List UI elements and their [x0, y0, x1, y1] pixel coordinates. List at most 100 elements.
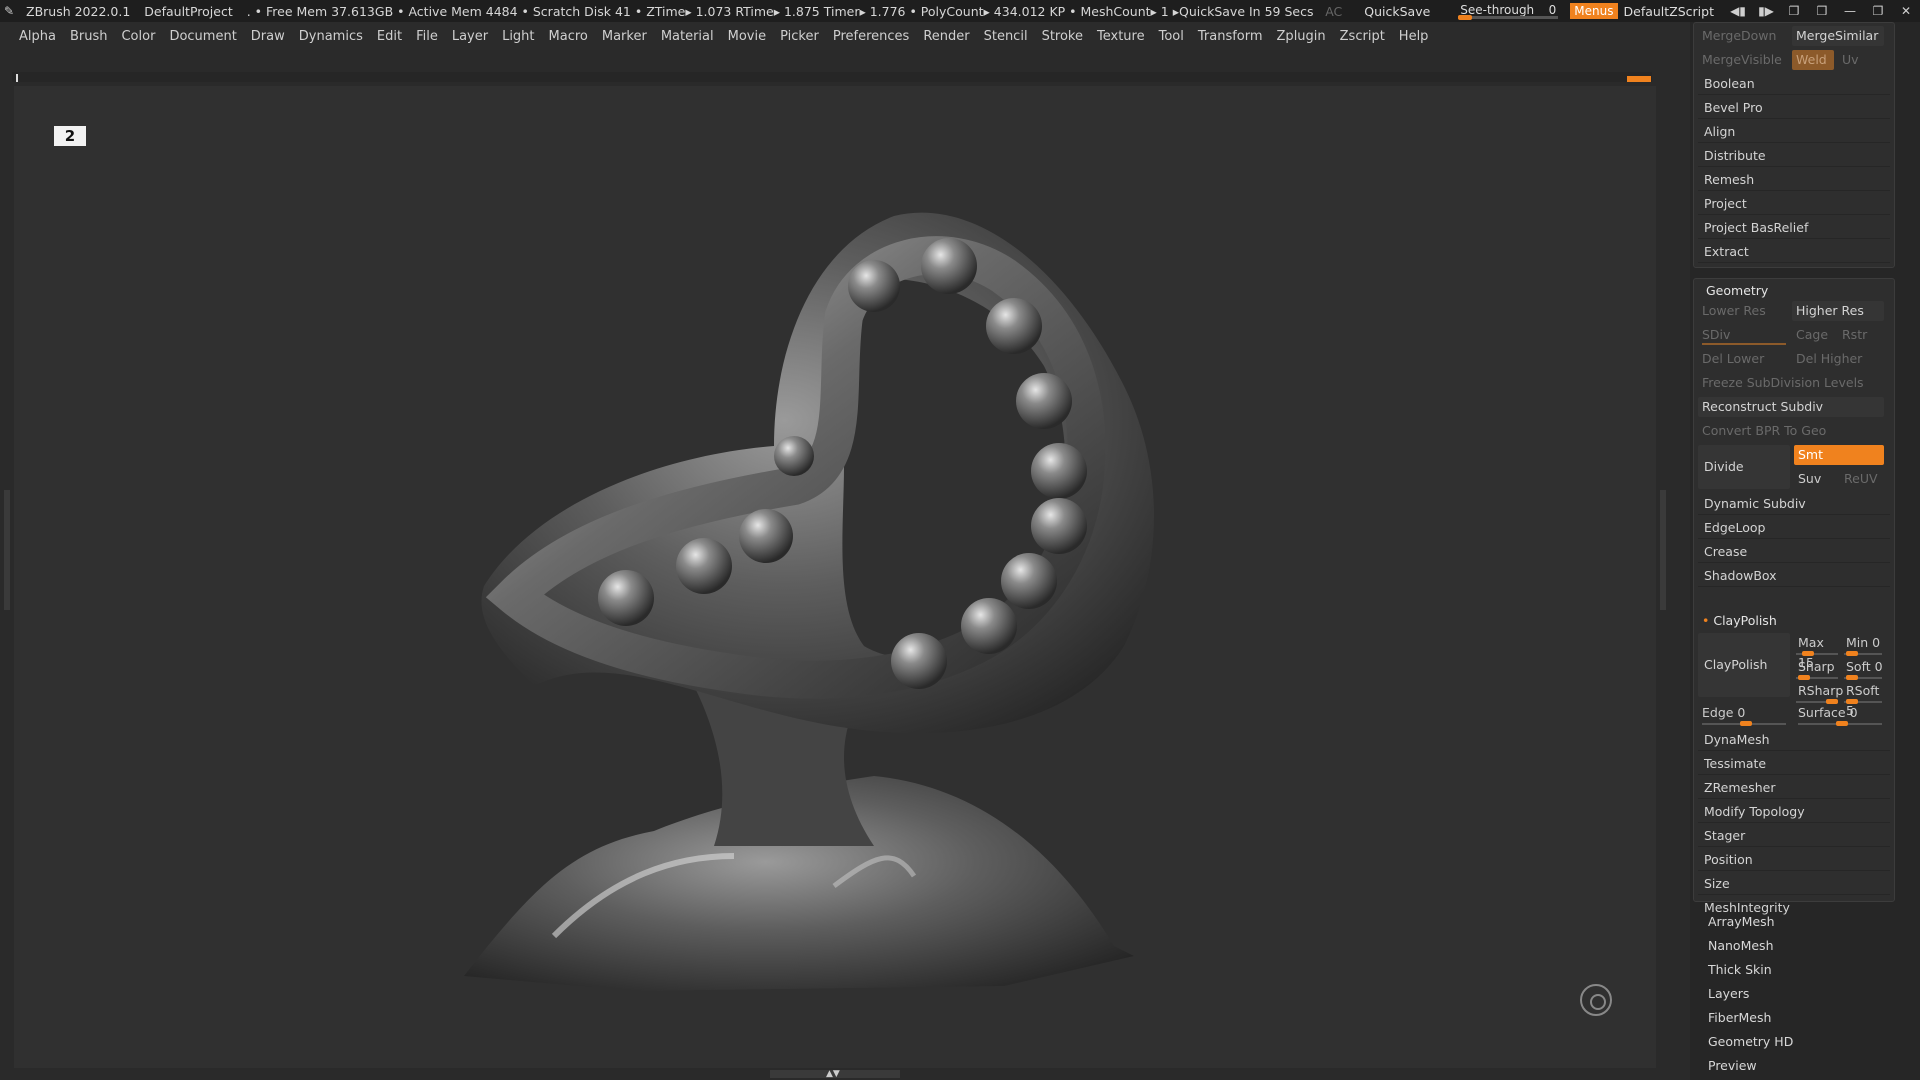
close-icon[interactable]: ✕: [1892, 4, 1920, 18]
stager-button[interactable]: Stager: [1698, 825, 1890, 847]
arraymesh-subpalette[interactable]: ArrayMesh: [1708, 914, 1775, 929]
soft-slider[interactable]: Soft 0: [1842, 657, 1884, 677]
del-lower-button[interactable]: Del Lower: [1698, 349, 1786, 369]
thick-skin-subpalette[interactable]: Thick Skin: [1708, 962, 1772, 977]
sdiv-track[interactable]: [1702, 343, 1786, 345]
rstr-button[interactable]: Rstr: [1838, 325, 1882, 345]
ac-button[interactable]: AC: [1325, 4, 1342, 19]
shadowbox-button[interactable]: ShadowBox: [1698, 565, 1890, 587]
divide-button[interactable]: Divide: [1698, 445, 1790, 489]
menu-item-transform[interactable]: Transform: [1198, 29, 1263, 44]
claypolish-button[interactable]: ClayPolish: [1698, 633, 1790, 697]
menu-item-light[interactable]: Light: [502, 29, 534, 44]
document-canvas[interactable]: 2: [14, 86, 1656, 1068]
distribute-button[interactable]: Distribute: [1698, 145, 1890, 167]
menu-item-zplugin[interactable]: Zplugin: [1277, 29, 1326, 44]
menu-item-texture[interactable]: Texture: [1097, 29, 1145, 44]
rsoft-slider[interactable]: RSoft 5: [1842, 681, 1884, 718]
restore-icon[interactable]: ❐: [1864, 4, 1892, 18]
preview-subpalette[interactable]: Preview: [1708, 1058, 1757, 1073]
del-higher-button[interactable]: Del Higher: [1792, 349, 1884, 369]
layers-subpalette[interactable]: Layers: [1708, 986, 1749, 1001]
menus-toggle-button[interactable]: Menus: [1570, 3, 1618, 19]
extract-button[interactable]: Extract: [1698, 241, 1890, 263]
windows-icon[interactable]: ❐: [1780, 4, 1808, 18]
menu-item-color[interactable]: Color: [121, 29, 155, 44]
fibermesh-subpalette[interactable]: FiberMesh: [1708, 1010, 1771, 1025]
suv-toggle[interactable]: Suv: [1794, 469, 1838, 489]
uv-toggle[interactable]: Uv: [1838, 50, 1878, 70]
dynamic-subdiv-button[interactable]: Dynamic Subdiv: [1698, 493, 1890, 515]
reconstruct-subdiv-button[interactable]: Reconstruct Subdiv: [1698, 397, 1884, 417]
smt-toggle[interactable]: Smt: [1794, 445, 1884, 465]
geometry-hd-subpalette[interactable]: Geometry HD: [1708, 1034, 1793, 1049]
merge-similar-button[interactable]: MergeSimilar: [1792, 26, 1884, 46]
floating-windows-icon[interactable]: ❒: [1808, 4, 1836, 18]
menu-item-file[interactable]: File: [416, 29, 438, 44]
see-through-slider[interactable]: See-through 0: [1458, 2, 1559, 20]
surface-slider[interactable]: Surface 0: [1794, 703, 1884, 723]
merge-down-button[interactable]: MergeDown: [1698, 26, 1786, 46]
higher-res-button[interactable]: Higher Res: [1792, 301, 1884, 321]
layout-left-icon[interactable]: ◀▮: [1724, 4, 1752, 18]
menu-item-movie[interactable]: Movie: [728, 29, 766, 44]
menu-item-macro[interactable]: Macro: [549, 29, 588, 44]
sharp-slider[interactable]: Sharp: [1794, 657, 1840, 677]
cage-button[interactable]: Cage: [1792, 325, 1836, 345]
right-tray-handle[interactable]: [1660, 490, 1666, 610]
minimize-icon[interactable]: —: [1836, 4, 1864, 18]
size-button[interactable]: Size: [1698, 873, 1890, 895]
menu-item-help[interactable]: Help: [1399, 29, 1429, 44]
menu-item-preferences[interactable]: Preferences: [833, 29, 909, 44]
see-through-track[interactable]: [1458, 16, 1559, 19]
menu-item-picker[interactable]: Picker: [780, 29, 819, 44]
boolean-button[interactable]: Boolean: [1698, 73, 1890, 95]
menu-item-alpha[interactable]: Alpha: [19, 29, 56, 44]
project-button[interactable]: Project: [1698, 193, 1890, 215]
convert-bpr-button[interactable]: Convert BPR To Geo: [1698, 421, 1884, 441]
reuv-toggle[interactable]: ReUV: [1840, 469, 1884, 489]
menu-item-document[interactable]: Document: [169, 29, 236, 44]
menu-item-layer[interactable]: Layer: [452, 29, 488, 44]
position-button[interactable]: Position: [1698, 849, 1890, 871]
freeze-subdivision-button[interactable]: Freeze SubDivision Levels: [1698, 373, 1884, 393]
zremesher-button[interactable]: ZRemesher: [1698, 777, 1890, 799]
rsharp-slider[interactable]: RSharp: [1794, 681, 1843, 701]
bevel-pro-button[interactable]: Bevel Pro: [1698, 97, 1890, 119]
merge-visible-button[interactable]: MergeVisible: [1698, 50, 1786, 70]
menu-item-dynamics[interactable]: Dynamics: [299, 29, 363, 44]
menu-item-draw[interactable]: Draw: [251, 29, 285, 44]
geometry-header[interactable]: Geometry: [1706, 283, 1768, 298]
remesh-button[interactable]: Remesh: [1698, 169, 1890, 191]
bottom-tray-handle[interactable]: ▲▼: [770, 1069, 900, 1079]
min-slider[interactable]: Min 0: [1842, 633, 1884, 653]
crease-button[interactable]: Crease: [1698, 541, 1890, 563]
navigation-orbit-icon[interactable]: [1580, 984, 1612, 1016]
menu-item-marker[interactable]: Marker: [602, 29, 647, 44]
default-zscript-button[interactable]: DefaultZScript: [1624, 4, 1715, 19]
weld-toggle[interactable]: Weld: [1792, 50, 1834, 70]
layout-right-icon[interactable]: ▮▶: [1752, 4, 1780, 18]
edgeloop-button[interactable]: EdgeLoop: [1698, 517, 1890, 539]
nanomesh-subpalette[interactable]: NanoMesh: [1708, 938, 1774, 953]
quicksave-button[interactable]: QuickSave: [1364, 4, 1430, 19]
align-button[interactable]: Align: [1698, 121, 1890, 143]
modify-topology-button[interactable]: Modify Topology: [1698, 801, 1890, 823]
menu-item-material[interactable]: Material: [661, 29, 714, 44]
sdiv-slider[interactable]: SDiv: [1698, 325, 1786, 345]
dynamesh-button[interactable]: DynaMesh: [1698, 729, 1890, 751]
menu-item-edit[interactable]: Edit: [377, 29, 402, 44]
menu-item-zscript[interactable]: Zscript: [1340, 29, 1385, 44]
see-through-knob[interactable]: [1458, 15, 1473, 20]
menu-item-stroke[interactable]: Stroke: [1042, 29, 1083, 44]
max-slider[interactable]: Max 15: [1794, 633, 1840, 670]
menu-item-brush[interactable]: Brush: [70, 29, 108, 44]
lower-res-button[interactable]: Lower Res: [1698, 301, 1786, 321]
menu-item-stencil[interactable]: Stencil: [984, 29, 1028, 44]
edge-slider[interactable]: Edge 0: [1698, 703, 1786, 723]
project-basrelief-button[interactable]: Project BasRelief: [1698, 217, 1890, 239]
claypolish-header[interactable]: • ClayPolish: [1702, 613, 1777, 628]
menu-item-render[interactable]: Render: [923, 29, 969, 44]
tessimate-button[interactable]: Tessimate: [1698, 753, 1890, 775]
left-tray-handle[interactable]: [4, 490, 10, 610]
